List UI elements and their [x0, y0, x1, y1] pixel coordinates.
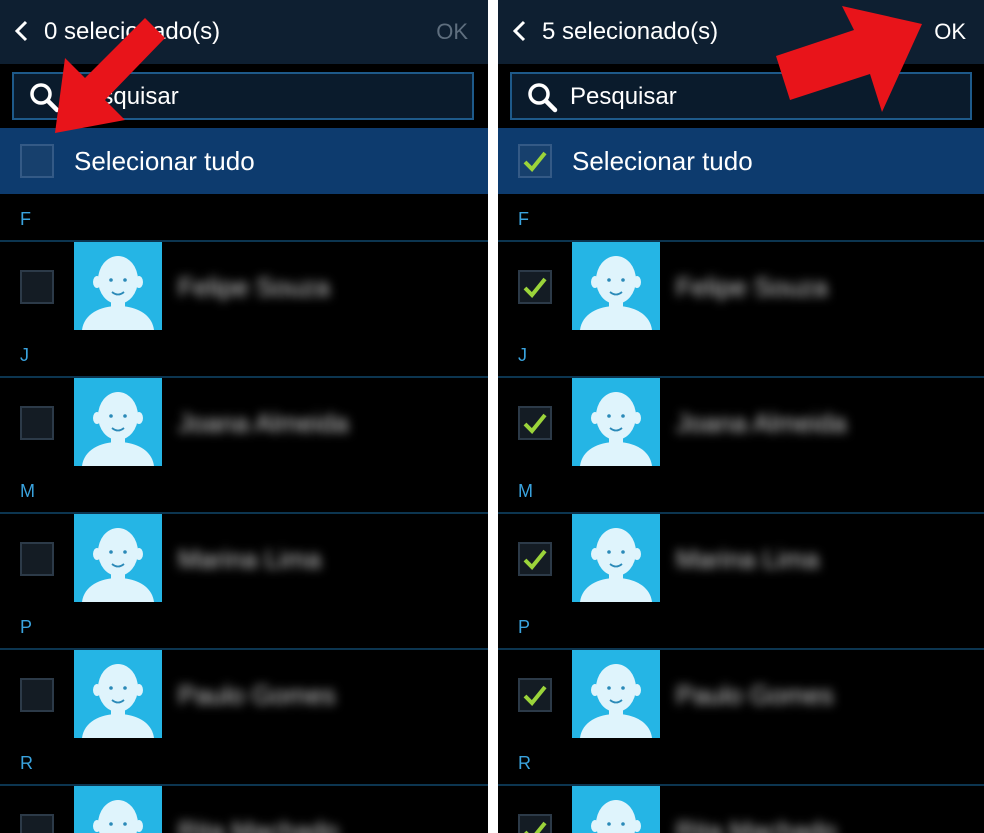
contact-checkbox[interactable]: [518, 270, 552, 304]
contact-avatar-icon: [572, 242, 660, 330]
back-chevron-icon[interactable]: [10, 16, 32, 46]
checkmark-icon: [523, 413, 547, 434]
select-all-label: Selecionar tudo: [572, 146, 753, 176]
contact-checkbox[interactable]: [518, 542, 552, 576]
section-header-f: F: [518, 209, 529, 229]
contact-checkbox[interactable]: [20, 678, 54, 712]
contact-avatar-icon: [74, 242, 162, 330]
selection-count-title: 5 selecionado(s): [542, 18, 719, 45]
contact-checkbox[interactable]: [20, 406, 54, 440]
section-header-j: J: [518, 345, 527, 365]
section-divider: [498, 648, 984, 650]
red-arrow-annotation: [55, 18, 165, 133]
section-header-r: R: [518, 753, 531, 773]
left-screen: 0 selecionado(s) OK Pesquisar Selecionar…: [0, 0, 488, 833]
section-header-p: P: [518, 617, 531, 637]
contact-name[interactable]: Felipe Souza: [676, 272, 828, 302]
contact-checkbox[interactable]: [518, 814, 552, 833]
select-all-checkbox[interactable]: [518, 144, 552, 178]
contact-name[interactable]: Marina Lima: [178, 544, 321, 574]
section-header-m: M: [20, 481, 35, 501]
contact-name[interactable]: Paulo Gomes: [676, 680, 834, 710]
right-screen: 5 selecionado(s) OK Pesquisar Selecionar…: [498, 0, 984, 833]
contact-checkbox[interactable]: [20, 814, 54, 833]
contact-name[interactable]: Paulo Gomes: [178, 680, 336, 710]
search-icon: [528, 83, 558, 113]
section-header-f: F: [20, 209, 31, 229]
contact-avatar-icon: [74, 650, 162, 738]
contact-checkbox[interactable]: [20, 542, 54, 576]
checkmark-icon: [523, 549, 547, 570]
contact-name[interactable]: Joana Almeida: [676, 408, 847, 438]
contact-avatar-icon: [572, 786, 660, 833]
contact-avatar-icon: [74, 378, 162, 466]
contact-name[interactable]: Felipe Souza: [178, 272, 330, 302]
section-divider: [498, 512, 984, 514]
contact-avatar-icon: [572, 650, 660, 738]
contact-checkbox[interactable]: [20, 270, 54, 304]
ok-button[interactable]: OK: [436, 18, 468, 46]
contact-checkbox[interactable]: [518, 406, 552, 440]
checkmark-icon: [524, 821, 547, 833]
section-header-r: R: [20, 753, 33, 773]
section-header-p: P: [20, 617, 33, 637]
select-all-label: Selecionar tudo: [74, 146, 255, 176]
contact-avatar-icon: [572, 378, 660, 466]
red-arrow-annotation: [776, 6, 922, 112]
contact-name[interactable]: Rita Machado: [676, 816, 836, 833]
contact-name[interactable]: Joana Almeida: [178, 408, 349, 438]
contact-name[interactable]: Marina Lima: [676, 544, 819, 574]
section-divider: [498, 376, 984, 378]
contact-avatar-icon: [74, 786, 162, 833]
checkmark-icon: [523, 277, 547, 298]
section-header-j: J: [20, 345, 29, 365]
contact-avatar-icon: [572, 514, 660, 602]
checkmark-icon: [523, 685, 547, 706]
search-placeholder: Pesquisar: [570, 83, 677, 110]
section-divider: [498, 784, 984, 786]
ok-button[interactable]: OK: [934, 18, 966, 46]
contact-name[interactable]: Rita Machado: [178, 816, 338, 833]
section-divider: [498, 240, 984, 242]
contact-checkbox[interactable]: [518, 678, 552, 712]
select-all-checkbox[interactable]: [20, 144, 54, 178]
contact-avatar-icon: [74, 514, 162, 602]
section-header-m: M: [518, 481, 533, 501]
checkmark-icon: [523, 151, 547, 172]
back-chevron-icon[interactable]: [508, 16, 530, 46]
